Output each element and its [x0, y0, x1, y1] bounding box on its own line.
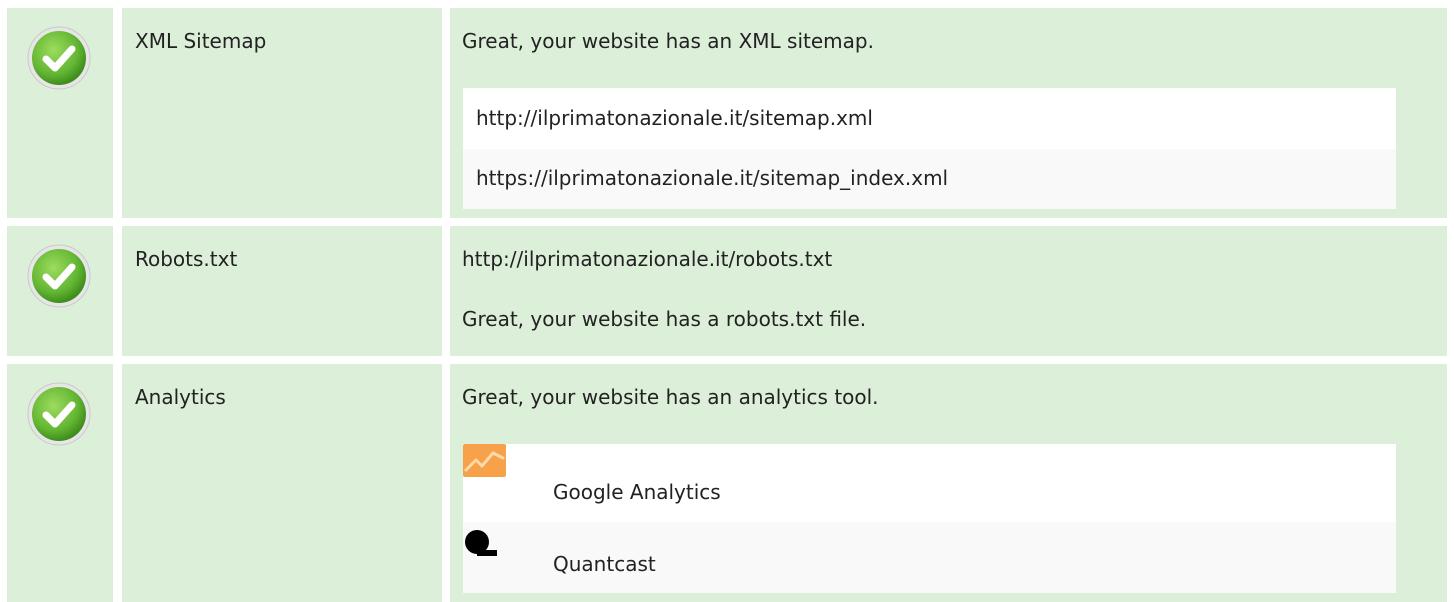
label-cell: XML Sitemap — [122, 8, 442, 218]
status-message: Great, your website has an analytics too… — [462, 385, 879, 409]
sitemap-list: http://ilprimatonazionale.it/sitemap.xml… — [463, 88, 1396, 209]
analytics-tools-list: Google Analytics Quantcast — [463, 444, 1396, 593]
tool-name: Google Analytics — [553, 480, 721, 504]
check-icon — [27, 244, 91, 308]
status-message: Great, your website has a robots.txt fil… — [462, 307, 867, 331]
list-item: Google Analytics — [463, 444, 1396, 522]
status-message: Great, your website has an XML sitemap. — [462, 29, 874, 53]
result-row-robots: Robots.txt http://ilprimatonazionale.it/… — [0, 226, 1454, 356]
status-cell — [7, 226, 113, 356]
result-row-xml-sitemap: XML Sitemap Great, your website has an X… — [0, 8, 1454, 218]
label-cell: Analytics — [122, 364, 442, 602]
row-label: Robots.txt — [135, 247, 238, 271]
row-label: Analytics — [135, 385, 226, 409]
quantcast-icon — [465, 530, 497, 556]
row-label: XML Sitemap — [135, 29, 267, 53]
status-cell — [7, 364, 113, 602]
list-item[interactable]: http://ilprimatonazionale.it/sitemap.xml — [463, 88, 1396, 149]
check-icon — [27, 382, 91, 446]
check-icon — [27, 26, 91, 90]
content-cell: Great, your website has an analytics too… — [450, 364, 1447, 602]
tool-name: Quantcast — [553, 552, 656, 576]
label-cell: Robots.txt — [122, 226, 442, 356]
robots-url[interactable]: http://ilprimatonazionale.it/robots.txt — [462, 246, 832, 272]
status-cell — [7, 8, 113, 218]
sitemap-url[interactable]: https://ilprimatonazionale.it/sitemap_in… — [476, 165, 948, 191]
google-analytics-icon — [463, 444, 506, 477]
list-item: Quantcast — [463, 522, 1396, 593]
content-cell: Great, your website has an XML sitemap. … — [450, 8, 1447, 218]
result-row-analytics: Analytics Great, your website has an ana… — [0, 364, 1454, 602]
content-cell: http://ilprimatonazionale.it/robots.txt … — [450, 226, 1447, 356]
sitemap-url[interactable]: http://ilprimatonazionale.it/sitemap.xml — [476, 105, 873, 131]
list-item[interactable]: https://ilprimatonazionale.it/sitemap_in… — [463, 149, 1396, 209]
